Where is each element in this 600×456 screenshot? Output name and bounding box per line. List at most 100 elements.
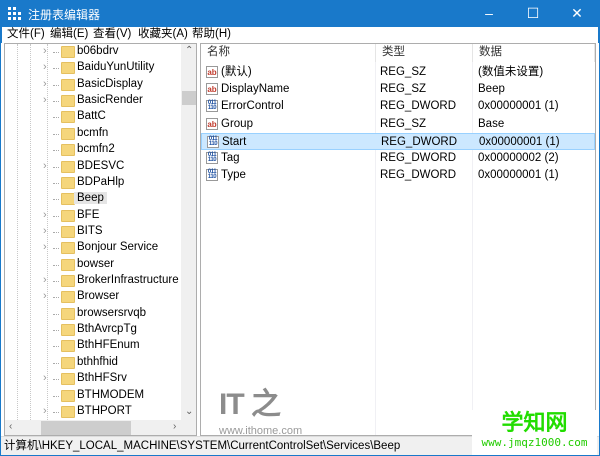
expand-chevron-icon[interactable]: › — [43, 160, 47, 172]
folder-icon — [61, 95, 75, 108]
tree-connector — [53, 346, 59, 348]
tree-item-label: BthAvrcpTg — [77, 323, 137, 336]
value-row[interactable]: ab Group REG_SZ Base — [201, 116, 595, 133]
value-type: REG_DWORD — [380, 152, 457, 164]
folder-icon — [61, 307, 75, 320]
scroll-right-icon[interactable]: › — [173, 421, 176, 432]
close-button[interactable]: ✕ — [555, 0, 599, 27]
column-header-data[interactable]: 数据 — [473, 44, 595, 62]
column-header-type[interactable]: 类型 — [376, 44, 473, 62]
tree-item[interactable]: › BasicDisplay — [5, 77, 183, 93]
tree-vertical-scrollbar[interactable]: ⌃ ⌄ — [181, 44, 196, 420]
tree-item-label: BthHFEnum — [77, 339, 140, 352]
tree-item[interactable]: › BaiduYunUtility — [5, 60, 183, 76]
expand-chevron-icon[interactable]: › — [43, 274, 47, 286]
tree-connector — [53, 297, 59, 299]
tree-item[interactable]: › BITS — [5, 224, 183, 240]
folder-icon — [61, 324, 75, 337]
expand-chevron-icon[interactable]: › — [43, 372, 47, 384]
registry-values-list[interactable]: 名称 类型 数据 IT 之 www.ithome.com ab (默认) REG_S… — [200, 43, 596, 436]
minimize-button[interactable]: – — [467, 0, 511, 27]
tree-item-label: b06bdrv — [77, 45, 119, 57]
value-data: 0x00000001 (1) — [478, 169, 559, 182]
value-row[interactable]: 011 110 Start REG_DWORD 0x00000001 (1) — [201, 132, 595, 150]
folder-icon — [61, 291, 75, 304]
tree-item[interactable]: Beep — [5, 191, 183, 207]
value-name: DisplayName — [221, 83, 290, 96]
tree-connector — [53, 150, 59, 152]
expand-chevron-icon[interactable]: › — [43, 78, 47, 90]
tree-item[interactable]: BTHMODEM — [5, 388, 183, 404]
tree-item[interactable]: › Browser — [5, 289, 183, 305]
registry-key-tree[interactable]: ⌃ ⌄ ‹ › › b06bdrv › BaiduYunUtility › BasicDi… — [4, 43, 197, 436]
tree-item[interactable]: › BFE — [5, 208, 183, 224]
value-type: REG_SZ — [380, 83, 427, 96]
tree-item[interactable]: bowser — [5, 257, 183, 273]
menu-favorites[interactable]: 收藏夹(A) — [138, 27, 188, 41]
value-type: REG_SZ — [380, 117, 427, 130]
value-row[interactable]: 011 110 ErrorControl REG_DWORD 0x00000001 (1… — [201, 98, 595, 115]
scroll-up-icon[interactable]: ⌃ — [185, 45, 193, 56]
tree-connector — [53, 395, 59, 397]
tree-item-label: BattC — [77, 110, 106, 123]
folder-icon — [61, 225, 75, 238]
dword-value-icon: 011 110 — [206, 100, 218, 113]
tree-connector — [53, 182, 59, 184]
tree-item[interactable]: BthHFEnum — [5, 338, 183, 354]
expand-chevron-icon[interactable]: › — [43, 241, 47, 253]
tree-item-label: Browser — [77, 290, 120, 303]
expand-chevron-icon[interactable]: › — [43, 94, 47, 106]
folder-icon — [61, 242, 75, 255]
badge-title: 学知网 — [501, 410, 568, 435]
menu-view[interactable]: 查看(V) — [93, 27, 131, 41]
value-row[interactable]: ab (默认) REG_SZ (数值未设置) — [201, 64, 595, 81]
tree-item[interactable]: bcmfn — [5, 126, 183, 142]
scroll-down-icon[interactable]: ⌄ — [185, 406, 193, 417]
tree-connector — [53, 313, 59, 315]
tree-connector — [53, 411, 59, 413]
tree-horizontal-scrollbar[interactable]: ‹ › — [5, 420, 196, 435]
tree-item[interactable]: BDPaHlp — [5, 175, 183, 191]
tree-item[interactable]: › b06bdrv — [5, 44, 183, 60]
folder-icon — [61, 144, 75, 157]
tree-item-label: BDESVC — [77, 159, 125, 172]
ithome-watermark: IT 之 www.ithome.com — [219, 379, 302, 435]
value-row[interactable]: 011 110 Tag REG_DWORD 0x00000002 (2) — [201, 150, 595, 167]
title-bar: 注册表编辑器 – ☐ ✕ — [0, 0, 600, 27]
menu-file[interactable]: 文件(F) — [7, 27, 45, 41]
value-data: Base — [478, 117, 505, 130]
scroll-left-icon[interactable]: ‹ — [9, 421, 12, 432]
tree-item[interactable]: browsersrvqb — [5, 306, 183, 322]
expand-chevron-icon[interactable]: › — [43, 405, 47, 417]
tree-item[interactable]: › BDESVC — [5, 159, 183, 175]
tree-item[interactable]: › BrokerInfrastructure — [5, 273, 183, 289]
tree-item[interactable]: bthhfhid — [5, 355, 183, 371]
maximize-button[interactable]: ☐ — [511, 0, 555, 27]
tree-item[interactable]: › BTHPORT — [5, 404, 183, 420]
tree-item[interactable]: › BthHFSrv — [5, 371, 183, 387]
menu-help[interactable]: 帮助(H) — [192, 27, 231, 41]
value-row[interactable]: 011 110 Type REG_DWORD 0x00000001 (1) — [201, 167, 595, 184]
expand-chevron-icon[interactable]: › — [43, 45, 47, 57]
tree-item[interactable]: › Bonjour Service — [5, 240, 183, 256]
tree-item-label: BaiduYunUtility — [77, 61, 155, 74]
tree-item[interactable]: BthAvrcpTg — [5, 322, 183, 338]
menu-edit[interactable]: 编辑(E) — [50, 27, 88, 41]
folder-icon — [61, 405, 75, 418]
value-row[interactable]: ab DisplayName REG_SZ Beep — [201, 81, 595, 98]
tree-item[interactable]: › BasicRender — [5, 93, 183, 109]
tree-item[interactable]: BattC — [5, 109, 183, 125]
expand-chevron-icon[interactable]: › — [43, 290, 47, 302]
value-name: Group — [221, 117, 253, 130]
value-data: 0x00000002 (2) — [478, 152, 559, 164]
column-header-name[interactable]: 名称 — [201, 44, 376, 62]
value-type: REG_DWORD — [381, 135, 458, 148]
ithome-logo: IT 之 — [219, 388, 281, 421]
expand-chevron-icon[interactable]: › — [43, 61, 47, 73]
tree-item-label: BasicRender — [77, 94, 143, 107]
expand-chevron-icon[interactable]: › — [43, 225, 47, 237]
scroll-thumb[interactable] — [41, 421, 131, 435]
expand-chevron-icon[interactable]: › — [43, 209, 47, 221]
scroll-thumb[interactable] — [182, 91, 196, 105]
tree-item[interactable]: bcmfn2 — [5, 142, 183, 158]
